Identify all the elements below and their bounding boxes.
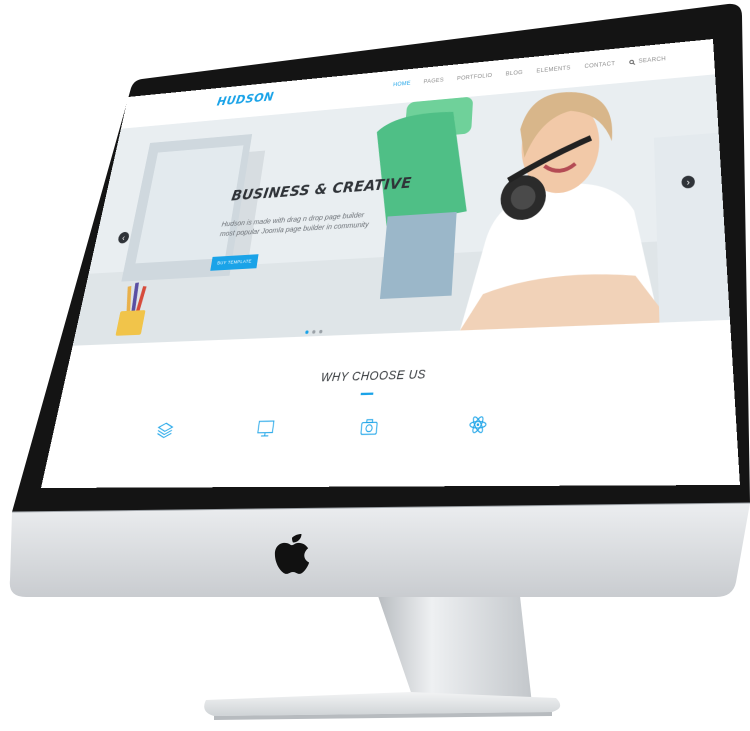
search-icon (629, 59, 635, 65)
apple-logo-icon (274, 534, 310, 574)
nav-portfolio[interactable]: PORTFOLIO (457, 73, 493, 82)
atom-icon (467, 414, 488, 436)
nav-pages[interactable]: PAGES (423, 78, 444, 85)
buy-template-button[interactable]: BUY TEMPLATE (210, 254, 259, 271)
nav-home[interactable]: HOME (393, 81, 411, 88)
search-label: SEARCH (638, 56, 667, 65)
nav-search[interactable]: SEARCH (629, 56, 666, 65)
nav-elements[interactable]: ELEMENTS (536, 66, 570, 75)
slider-dots[interactable] (305, 329, 325, 334)
site-logo[interactable]: HUDSON (216, 91, 275, 109)
layers-icon (154, 420, 175, 441)
section-heading-underline (360, 392, 374, 396)
camera-icon (359, 416, 380, 438)
stand-neck (378, 596, 532, 704)
chin (9, 503, 750, 597)
section-heading: WHY CHOOSE US (320, 367, 427, 385)
nav-blog[interactable]: BLOG (506, 70, 523, 77)
stand-base (204, 692, 561, 716)
monitor-icon (255, 418, 276, 439)
website-screen: HUDSON HOME PAGES PORTFOLIO BLOG ELEMENT… (40, 38, 740, 488)
nav-contact[interactable]: CONTACT (585, 61, 616, 69)
imac-mockup: HUDSON HOME PAGES PORTFOLIO BLOG ELEMENT… (0, 0, 750, 731)
